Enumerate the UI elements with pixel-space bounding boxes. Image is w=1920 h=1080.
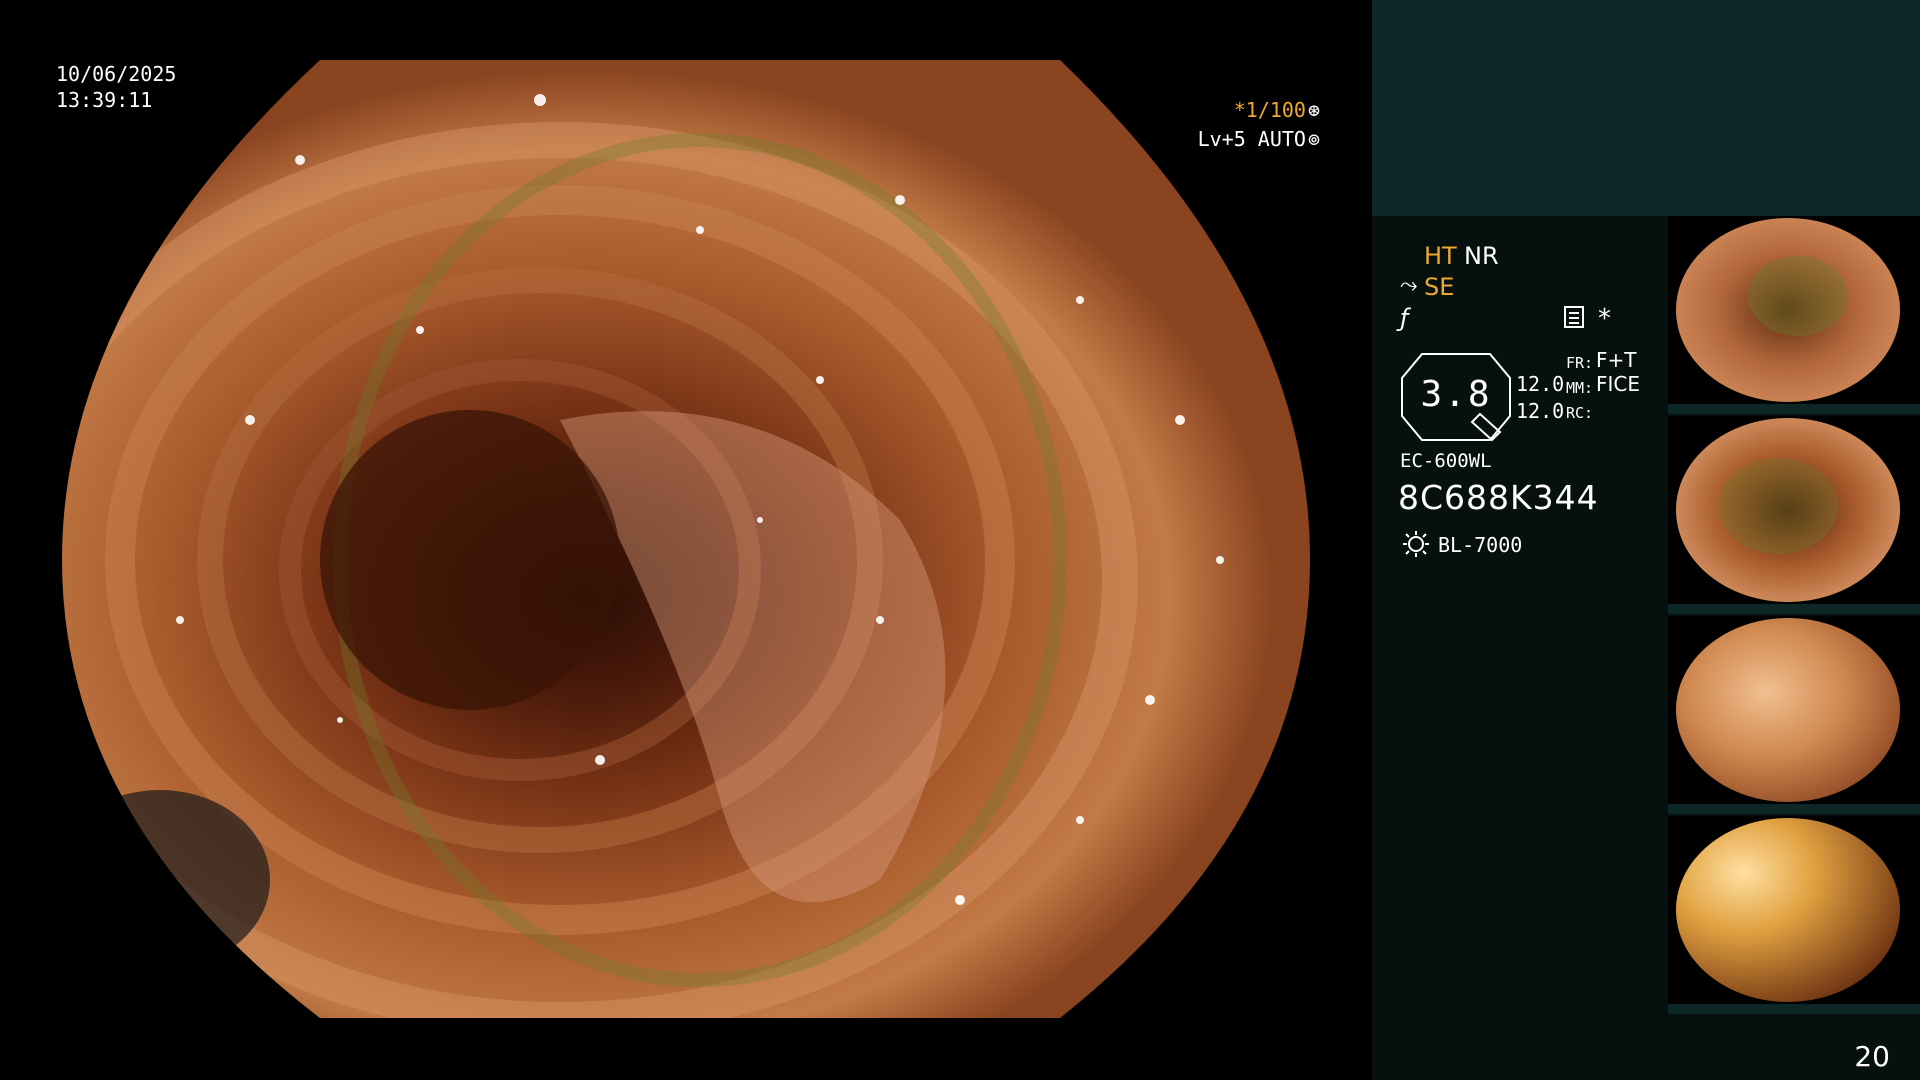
capture-thumbnail[interactable] [1668,216,1920,404]
thumbnail-image [1676,618,1900,802]
level-icon: ⊚ [1307,127,1320,151]
thumbnail-image [1676,418,1900,602]
thumbnail-image [1676,218,1900,402]
thumbnail-bar [1668,804,1920,814]
fr-key: FR: [1566,354,1594,372]
value-top: 12.0 [1516,372,1565,396]
shutter-speed: *1/100 ⊛ [1234,98,1320,122]
mm-value: FICE [1596,372,1641,396]
capture-thumbnail[interactable] [1668,416,1920,604]
se-indicator: SE [1424,273,1455,301]
shutter-icon: ⊛ [1307,98,1320,122]
mm-key: MM: [1566,379,1594,397]
brightness-level: Lv+5 AUTO ⊚ [1198,127,1320,151]
capture-thumbnail[interactable] [1668,616,1920,804]
panel-header-block [1372,0,1920,216]
fr-value: F+T [1596,348,1637,372]
ht-indicator: HT [1424,242,1457,270]
thumbnail-bar [1668,1004,1920,1014]
se-icon: ⤳ [1400,273,1418,298]
thumbnail-bar [1668,404,1920,414]
scope-model: EC-600WL [1400,450,1492,472]
nr-indicator: NR [1464,242,1499,270]
list-icon [1564,306,1584,328]
scope-serial: 8C688K344 [1398,478,1599,517]
thumbnail-bar [1668,604,1920,614]
time-text: 13:39:11 [56,88,153,112]
thumbnail-image [1676,818,1900,1002]
f-icon: ƒ [1400,304,1409,332]
value-bottom: 12.0 [1516,399,1565,423]
rc-key: RC: [1566,404,1594,422]
level-text: Lv+5 AUTO [1197,127,1306,151]
light-source-model: BL-7000 [1438,533,1523,557]
light-bulb-icon [1403,531,1429,557]
endoscope-view: 10/06/2025 13:39:11 *1/100 ⊛ Lv+5 AUTO ⊚ [0,0,1372,1080]
date-text: 10/06/2025 [56,62,177,86]
gauge-value: 3.8 [1420,374,1492,415]
star-icon: * [1598,304,1611,334]
capture-thumbnail[interactable] [1668,816,1920,1004]
page-number: 20 [1854,1040,1890,1073]
info-panel: HT NR ⤳ SE ƒ * 3.8 12.0 12.0 FR: F+T MM:… [1372,0,1920,1080]
shutter-text: *1/100 [1233,98,1306,122]
endoscope-image [62,60,1310,1018]
